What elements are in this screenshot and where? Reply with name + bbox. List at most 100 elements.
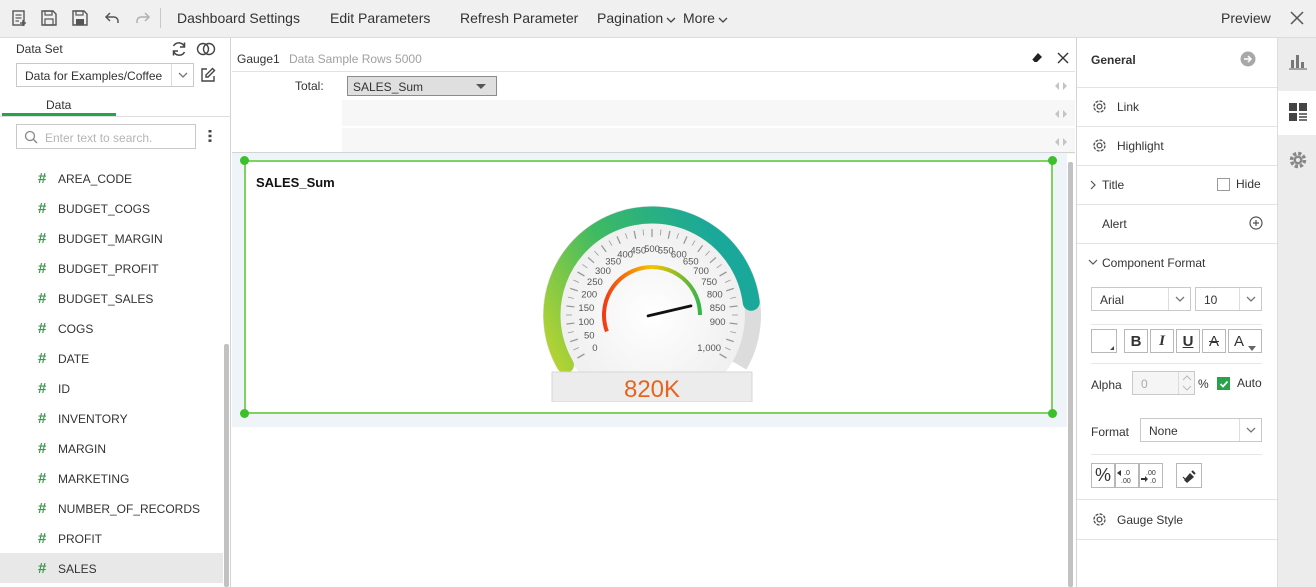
- refresh-icon[interactable]: [169, 40, 189, 58]
- font-size-select[interactable]: 10: [1195, 287, 1262, 311]
- alpha-stepper[interactable]: [1178, 372, 1194, 394]
- hide-title-checkbox[interactable]: [1217, 178, 1230, 191]
- dataset-select[interactable]: Data for Examples/Coffee: [16, 63, 194, 87]
- field-item[interactable]: # BUDGET_SALES: [0, 283, 223, 313]
- field-list: # AREA_CODE # BUDGET_COGS # BUDGET_MARGIN # BUD…: [0, 163, 223, 583]
- gauge-chart[interactable]: SALES_Sum 0 50 100 150 200 250 300 350 40: [244, 160, 1053, 414]
- close-component-icon[interactable]: [1055, 50, 1071, 66]
- pagination-label: Pagination: [597, 10, 664, 26]
- numeric-field-icon: #: [38, 230, 47, 247]
- dashboard-settings-button[interactable]: Dashboard Settings: [177, 10, 300, 26]
- more-menu[interactable]: More: [683, 10, 728, 27]
- underline-button[interactable]: U: [1176, 329, 1200, 353]
- row-scroll-arrows-icon[interactable]: [1053, 108, 1069, 118]
- tab-component-properties[interactable]: [1278, 91, 1316, 135]
- gear-icon: [1288, 150, 1308, 173]
- field-item[interactable]: # AREA_CODE: [0, 163, 223, 193]
- alpha-input[interactable]: 0: [1132, 371, 1195, 395]
- resize-handle[interactable]: [1048, 409, 1057, 418]
- resize-handle[interactable]: [240, 156, 249, 165]
- more-options-icon[interactable]: [204, 126, 216, 146]
- add-circle-icon[interactable]: [1247, 214, 1265, 232]
- fill-color-button[interactable]: [1091, 329, 1117, 353]
- auto-label: Auto: [1237, 376, 1262, 390]
- field-item[interactable]: # NUMBER_OF_RECORDS: [0, 493, 223, 523]
- tab-chart-properties[interactable]: [1278, 40, 1316, 84]
- alpha-unit: %: [1198, 377, 1209, 391]
- refresh-parameter-button[interactable]: Refresh Parameter: [460, 10, 578, 26]
- font-family-select[interactable]: Arial: [1091, 287, 1191, 311]
- eraser-icon[interactable]: [1029, 50, 1045, 66]
- field-item[interactable]: # MARGIN: [0, 433, 223, 463]
- numeric-field-icon: #: [38, 290, 47, 307]
- close-icon[interactable]: [1286, 7, 1308, 29]
- editor-scrollbar[interactable]: [1068, 162, 1073, 587]
- save-icon[interactable]: [38, 7, 60, 29]
- font-size-value: 10: [1204, 293, 1218, 307]
- title-section[interactable]: Title Hide: [1077, 166, 1277, 205]
- new-sheet-icon[interactable]: [8, 7, 30, 29]
- redo-icon[interactable]: [132, 7, 154, 29]
- field-name: INVENTORY: [58, 412, 128, 426]
- gauge-tick-label: 900: [710, 317, 726, 328]
- auto-alpha-checkbox[interactable]: [1217, 377, 1230, 390]
- gauge-style-section[interactable]: Gauge Style: [1077, 500, 1277, 540]
- tab-settings[interactable]: [1278, 139, 1316, 183]
- field-item[interactable]: # INVENTORY: [0, 403, 223, 433]
- field-item[interactable]: # BUDGET_PROFIT: [0, 253, 223, 283]
- field-item[interactable]: # PROFIT: [0, 523, 223, 553]
- numeric-field-icon: #: [38, 410, 47, 427]
- gear-icon: [1090, 97, 1108, 115]
- gauge-tick-label: 200: [581, 290, 597, 301]
- percent-format-button[interactable]: %: [1091, 463, 1115, 488]
- field-item[interactable]: # SALES: [0, 553, 223, 583]
- left-scrollbar[interactable]: [224, 344, 229, 587]
- dataset-value: Data for Examples/Coffee: [25, 69, 163, 83]
- tab-data[interactable]: Data: [46, 98, 71, 112]
- total-label: Total:: [295, 79, 324, 93]
- field-item[interactable]: # MARKETING: [0, 463, 223, 493]
- resize-handle[interactable]: [1048, 156, 1057, 165]
- decrease-decimal-icon[interactable]: .0.00: [1115, 463, 1139, 488]
- undo-icon[interactable]: [101, 7, 123, 29]
- chevron-down-icon: [718, 11, 728, 27]
- component-header: Gauge1 Data Sample Rows 5000: [232, 46, 1075, 70]
- field-item[interactable]: # DATE: [0, 343, 223, 373]
- alert-section[interactable]: Alert: [1077, 205, 1277, 244]
- binding-row-3[interactable]: [342, 128, 1075, 154]
- format-select[interactable]: None: [1140, 418, 1262, 442]
- binding-row-2[interactable]: [342, 100, 1075, 126]
- edit-parameters-button[interactable]: Edit Parameters: [330, 10, 430, 26]
- search-placeholder: Enter text to search.: [45, 131, 153, 145]
- field-item[interactable]: # BUDGET_COGS: [0, 193, 223, 223]
- join-dataset-icon[interactable]: [196, 40, 216, 58]
- gear-icon: [1090, 136, 1108, 154]
- gauge-tick-label: 150: [578, 303, 594, 314]
- field-item[interactable]: # ID: [0, 373, 223, 403]
- increase-decimal-icon[interactable]: .00.0: [1139, 463, 1163, 488]
- edit-dataset-icon[interactable]: [198, 65, 218, 85]
- search-icon: [24, 130, 38, 144]
- chevron-down-icon: [1239, 288, 1261, 310]
- row-scroll-arrows-icon[interactable]: [1053, 80, 1069, 90]
- resize-handle[interactable]: [240, 409, 249, 418]
- chevron-right-icon[interactable]: [1084, 176, 1102, 194]
- highlight-section[interactable]: Highlight: [1077, 127, 1277, 166]
- pagination-menu[interactable]: Pagination: [597, 10, 676, 27]
- italic-button[interactable]: I: [1150, 329, 1174, 353]
- font-color-button[interactable]: A: [1228, 329, 1262, 353]
- link-section[interactable]: Link: [1077, 88, 1277, 127]
- format-painter-icon[interactable]: [1176, 463, 1202, 488]
- numeric-field-icon: #: [38, 560, 47, 577]
- save-as-icon[interactable]: [69, 7, 91, 29]
- bold-button[interactable]: B: [1124, 329, 1148, 353]
- arrow-right-circle-icon[interactable]: [1239, 50, 1257, 68]
- field-item[interactable]: # BUDGET_MARGIN: [0, 223, 223, 253]
- chevron-down-icon[interactable]: [1084, 253, 1102, 271]
- strikethrough-button[interactable]: A: [1202, 329, 1226, 353]
- search-input[interactable]: Enter text to search.: [16, 124, 196, 149]
- row-scroll-arrows-icon[interactable]: [1053, 136, 1069, 146]
- preview-button[interactable]: Preview: [1221, 10, 1271, 26]
- gauge-tick: [729, 305, 738, 308]
- field-item[interactable]: # COGS: [0, 313, 223, 343]
